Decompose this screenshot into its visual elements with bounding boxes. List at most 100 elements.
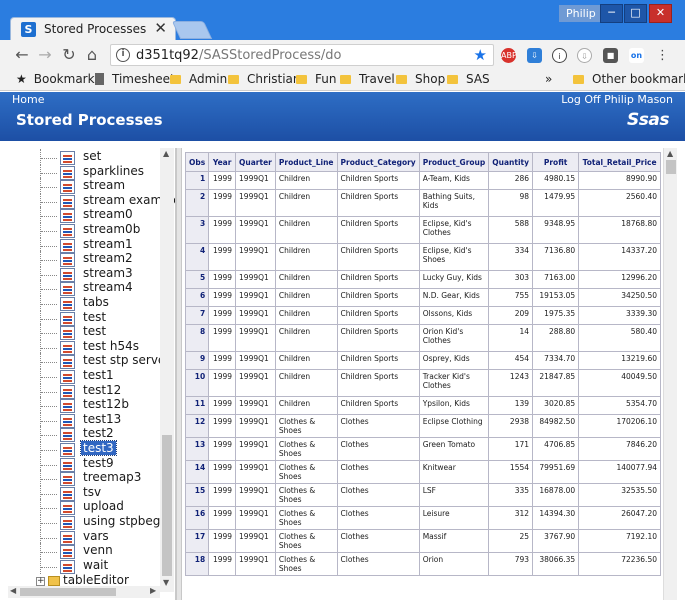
tree-item-label: test3 — [80, 440, 117, 456]
table-cell: Clothes & Shoes — [274, 506, 338, 530]
tree-item-label: test — [83, 324, 107, 339]
table-cell: Orion — [418, 552, 490, 576]
minimize-button[interactable]: ─ — [600, 4, 623, 23]
profile-badge[interactable]: Philip — [559, 5, 603, 22]
table-cell: 34250.50 — [578, 288, 661, 307]
table-cell: 1999Q1 — [235, 216, 276, 244]
menu-icon[interactable]: ⋮ — [655, 48, 670, 63]
other-bookmarks[interactable]: Other bookmarks — [573, 72, 685, 86]
bookmark-timesheet[interactable]: Timesheet — [95, 72, 175, 86]
expand-icon[interactable]: + — [36, 577, 45, 586]
abp-icon[interactable]: ABP — [501, 48, 517, 63]
table-cell: 98 — [488, 189, 534, 217]
bookmark-travel[interactable]: Travel — [340, 72, 395, 86]
tree-guide-line — [40, 411, 41, 428]
new-tab-button[interactable] — [171, 21, 213, 39]
square-icon[interactable]: ■ — [603, 48, 618, 63]
scrollbar-thumb[interactable] — [162, 435, 172, 576]
table-cell: 1999Q1 — [235, 437, 276, 461]
frame-divider[interactable] — [176, 148, 182, 600]
bookmark-star-icon[interactable]: ★ — [474, 46, 487, 64]
home-icon[interactable]: ⌂ — [82, 45, 102, 65]
scroll-left-icon[interactable]: ◀ — [10, 586, 16, 595]
table-cell: 8990.90 — [578, 171, 661, 190]
scrollbar-thumb[interactable] — [20, 588, 116, 596]
tree-guide-line — [40, 280, 41, 297]
table-cell: 6 — [184, 288, 210, 307]
table-cell: 171 — [488, 437, 534, 461]
scroll-right-icon[interactable]: ▶ — [150, 586, 156, 595]
bookmark-fun[interactable]: Fun — [296, 72, 336, 86]
bookmarks-overflow-chevron[interactable]: » — [545, 72, 552, 86]
home-link[interactable]: Home — [12, 93, 44, 106]
column-header[interactable]: Obs — [184, 152, 210, 172]
tree-connector-line — [41, 260, 57, 262]
scroll-up-icon[interactable]: ▲ — [667, 149, 673, 158]
table-cell: 1999Q1 — [235, 270, 276, 289]
table-cell: 209 — [488, 306, 534, 325]
scrollbar-thumb[interactable] — [666, 160, 676, 174]
tree-horizontal-scrollbar[interactable]: ◀ ▶ — [8, 586, 160, 598]
table-row: 15 1999 1999Q1 Clothes & Shoes Clothes LSF 335… — [184, 483, 661, 507]
tree-vertical-scrollbar[interactable]: ▲ ▼ — [160, 148, 174, 592]
reload-icon[interactable]: ↻ — [59, 45, 79, 65]
stored-process-icon — [60, 413, 75, 428]
log-off-link[interactable]: Log Off Philip Mason — [561, 93, 673, 106]
bookmark-sas[interactable]: SAS — [447, 72, 490, 86]
scroll-down-icon[interactable]: ▼ — [163, 578, 169, 587]
table-row: 7 1999 1999Q1 Children Children Sports Olsson… — [184, 306, 661, 325]
table-cell: 793 — [488, 552, 534, 576]
table-cell: Children — [274, 270, 338, 289]
bookmark-christian[interactable]: Christian — [228, 72, 301, 86]
tree-guide-line — [40, 353, 41, 370]
site-info-icon[interactable]: i — [116, 48, 130, 62]
table-cell: 1999 — [208, 270, 237, 289]
close-tab-icon[interactable]: ✕ — [154, 19, 167, 37]
table-cell: Clothes — [336, 460, 420, 484]
column-header[interactable]: Quarter — [235, 152, 276, 172]
clock-icon[interactable]: ⇩ — [577, 48, 592, 63]
table-cell: 1999Q1 — [235, 288, 276, 307]
tree-connector-line — [41, 552, 57, 554]
back-arrow-icon[interactable]: ← — [12, 45, 32, 65]
table-cell: 303 — [488, 270, 534, 289]
results-vertical-scrollbar[interactable]: ▲ — [663, 148, 677, 600]
info-icon[interactable]: i — [552, 48, 567, 63]
tree-connector-line — [41, 318, 57, 320]
tree-guide-line — [40, 426, 41, 443]
forward-arrow-icon[interactable]: → — [35, 45, 55, 65]
table-cell: 1999 — [208, 288, 237, 307]
tree-guide-line — [40, 222, 41, 238]
folder-icon — [170, 75, 181, 84]
table-cell: 16 — [184, 506, 210, 530]
tree-item-label: test12 — [83, 382, 122, 397]
tree-connector-line — [41, 201, 57, 203]
column-header[interactable]: Total_Retail_Price — [578, 152, 661, 172]
tree-folder-label: tableEditor — [63, 573, 129, 587]
column-header[interactable]: Product_Line — [274, 152, 338, 172]
column-header[interactable]: Product_Group — [418, 152, 490, 172]
maximize-button[interactable]: □ — [624, 4, 647, 23]
close-window-button[interactable]: ✕ — [649, 4, 672, 23]
column-header[interactable]: Quantity — [488, 152, 534, 172]
stored-process-icon — [60, 443, 75, 457]
address-bar[interactable]: i d351tq92/SASStoredProcess/do ★ — [110, 44, 494, 66]
bookmark-shop[interactable]: Shop — [396, 72, 445, 86]
download-icon[interactable]: ⇩ — [527, 48, 542, 63]
table-cell: Children Sports — [336, 189, 420, 217]
table-cell: 1999 — [208, 414, 237, 438]
tree-guide-line — [40, 309, 41, 326]
on-icon[interactable]: on — [629, 48, 644, 63]
bookmarks-button[interactable]: ★ Bookmarks — [16, 72, 101, 86]
table-cell: 14 — [488, 324, 534, 352]
scroll-up-icon[interactable]: ▲ — [163, 149, 169, 158]
stored-process-icon — [60, 340, 75, 355]
table-cell: 170206.10 — [578, 414, 661, 438]
bookmark-admin[interactable]: Admin — [170, 72, 227, 86]
table-cell: Children — [274, 171, 338, 190]
column-header[interactable]: Year — [208, 152, 237, 172]
column-header[interactable]: Product_Category — [336, 152, 420, 172]
browser-tab[interactable]: S Stored Processes ✕ — [10, 17, 176, 40]
tree-item[interactable]: wait — [8, 557, 168, 574]
column-header[interactable]: Profit — [532, 152, 580, 172]
